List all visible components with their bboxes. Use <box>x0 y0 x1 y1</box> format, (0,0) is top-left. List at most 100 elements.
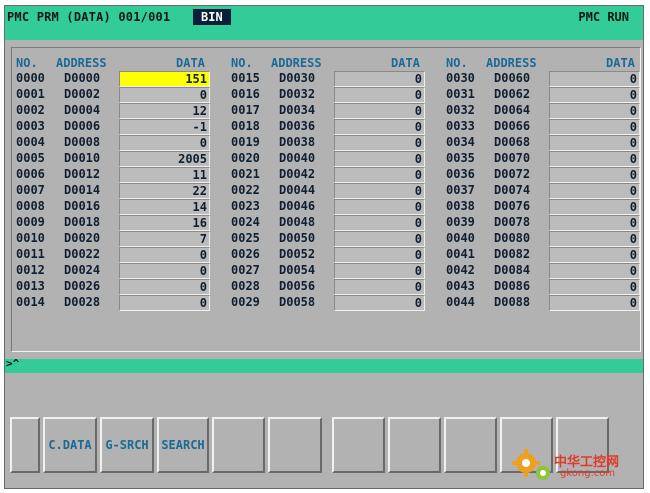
row-address: D0048 <box>279 215 316 229</box>
row-address: D0064 <box>494 103 531 117</box>
row-address: D0012 <box>64 167 101 181</box>
softkey-1[interactable] <box>10 417 40 473</box>
row-number: 0028 <box>231 279 260 293</box>
softkey-7[interactable] <box>332 417 385 473</box>
data-value-cell[interactable]: 151 <box>119 71 210 87</box>
data-value-cell[interactable]: 0 <box>549 183 640 199</box>
row-number: 0025 <box>231 231 260 245</box>
data-value-cell[interactable]: 0 <box>119 295 210 311</box>
data-value-cell[interactable]: 0 <box>119 87 210 103</box>
data-value-cell[interactable]: 0 <box>549 215 640 231</box>
row-address: D0018 <box>64 215 101 229</box>
row-address: D0052 <box>279 247 316 261</box>
table-row: 0005 D0010 2005 <box>16 150 216 167</box>
header-address: ADDRESS <box>56 56 107 70</box>
row-address: D0056 <box>279 279 316 293</box>
header-data: DATA <box>606 56 635 70</box>
data-value-cell[interactable]: 0 <box>549 279 640 295</box>
table-row: 0040 D0080 0 <box>446 230 643 247</box>
table-row: 0031 D0062 0 <box>446 86 643 103</box>
row-address: D0066 <box>494 119 531 133</box>
table-row: 0022 D0044 0 <box>231 182 431 199</box>
data-value-cell[interactable]: 0 <box>334 247 425 263</box>
table-row: 0002 D0004 12 <box>16 102 216 119</box>
row-address: D0016 <box>64 199 101 213</box>
data-value-cell[interactable]: 0 <box>334 103 425 119</box>
row-number: 0038 <box>446 199 475 213</box>
row-number: 0019 <box>231 135 260 149</box>
row-number: 0015 <box>231 71 260 85</box>
data-value-cell[interactable]: 0 <box>119 263 210 279</box>
softkey-9[interactable] <box>444 417 497 473</box>
softkey-2[interactable]: C.DATA <box>43 417 97 473</box>
row-address: D0084 <box>494 263 531 277</box>
row-address: D0076 <box>494 199 531 213</box>
table-row: 0001 D0002 0 <box>16 86 216 103</box>
table-row: 0008 D0016 14 <box>16 198 216 215</box>
data-value-cell[interactable]: 0 <box>549 263 640 279</box>
data-value-cell[interactable]: 14 <box>119 199 210 215</box>
data-value-cell[interactable]: 0 <box>334 135 425 151</box>
data-value-cell[interactable]: 0 <box>549 119 640 135</box>
data-value-cell[interactable]: 0 <box>549 231 640 247</box>
data-value-cell[interactable]: 0 <box>334 167 425 183</box>
row-number: 0030 <box>446 71 475 85</box>
data-value-cell[interactable]: 0 <box>334 295 425 311</box>
data-value-cell[interactable]: 0 <box>334 215 425 231</box>
data-value-cell[interactable]: 0 <box>549 295 640 311</box>
row-address: D0088 <box>494 295 531 309</box>
row-number: 0004 <box>16 135 45 149</box>
data-value-cell[interactable]: 0 <box>549 199 640 215</box>
command-line[interactable]: >^ <box>5 357 643 373</box>
row-number: 0012 <box>16 263 45 277</box>
data-value-cell[interactable]: 0 <box>549 247 640 263</box>
row-number: 0029 <box>231 295 260 309</box>
data-value-cell[interactable]: 0 <box>334 231 425 247</box>
data-value-cell[interactable]: 2005 <box>119 151 210 167</box>
table-row: 0009 D0018 16 <box>16 214 216 231</box>
table-row: 0013 D0026 0 <box>16 278 216 295</box>
row-address: D0020 <box>64 231 101 245</box>
softkey-8[interactable] <box>388 417 441 473</box>
data-value-cell[interactable]: -1 <box>119 119 210 135</box>
row-address: D0062 <box>494 87 531 101</box>
row-number: 0039 <box>446 215 475 229</box>
row-number: 0041 <box>446 247 475 261</box>
softkey-5[interactable] <box>212 417 265 473</box>
data-value-cell[interactable]: 0 <box>119 279 210 295</box>
data-value-cell[interactable]: 0 <box>334 151 425 167</box>
row-number: 0007 <box>16 183 45 197</box>
data-value-cell[interactable]: 0 <box>334 119 425 135</box>
softkey-6[interactable] <box>268 417 322 473</box>
row-address: D0008 <box>64 135 101 149</box>
data-value-cell[interactable]: 0 <box>334 279 425 295</box>
data-value-cell[interactable]: 7 <box>119 231 210 247</box>
data-value-cell[interactable]: 0 <box>549 167 640 183</box>
header-no: NO. <box>16 56 38 70</box>
data-value-cell[interactable]: 0 <box>334 199 425 215</box>
data-value-cell[interactable]: 12 <box>119 103 210 119</box>
table-row: 0023 D0046 0 <box>231 198 431 215</box>
data-value-cell[interactable]: 22 <box>119 183 210 199</box>
data-value-cell[interactable]: 0 <box>549 151 640 167</box>
data-value-cell[interactable]: 0 <box>334 71 425 87</box>
data-value-cell[interactable]: 16 <box>119 215 210 231</box>
data-value-cell[interactable]: 0 <box>334 263 425 279</box>
row-address: D0074 <box>494 183 531 197</box>
softkey-4[interactable]: SEARCH <box>157 417 209 473</box>
table-row: 0014 D0028 0 <box>16 294 216 311</box>
softkey-3[interactable]: G-SRCH <box>100 417 154 473</box>
data-value-cell[interactable]: 0 <box>549 71 640 87</box>
data-value-cell[interactable]: 0 <box>119 135 210 151</box>
data-value-cell[interactable]: 0 <box>334 183 425 199</box>
data-value-cell[interactable]: 11 <box>119 167 210 183</box>
row-address: D0024 <box>64 263 101 277</box>
data-value-cell[interactable]: 0 <box>549 87 640 103</box>
data-value-cell[interactable]: 0 <box>334 87 425 103</box>
row-address: D0026 <box>64 279 101 293</box>
data-value-cell[interactable]: 0 <box>119 247 210 263</box>
data-value-cell[interactable]: 0 <box>549 103 640 119</box>
data-value-cell[interactable]: 0 <box>549 135 640 151</box>
table-row: 0027 D0054 0 <box>231 262 431 279</box>
row-number: 0023 <box>231 199 260 213</box>
